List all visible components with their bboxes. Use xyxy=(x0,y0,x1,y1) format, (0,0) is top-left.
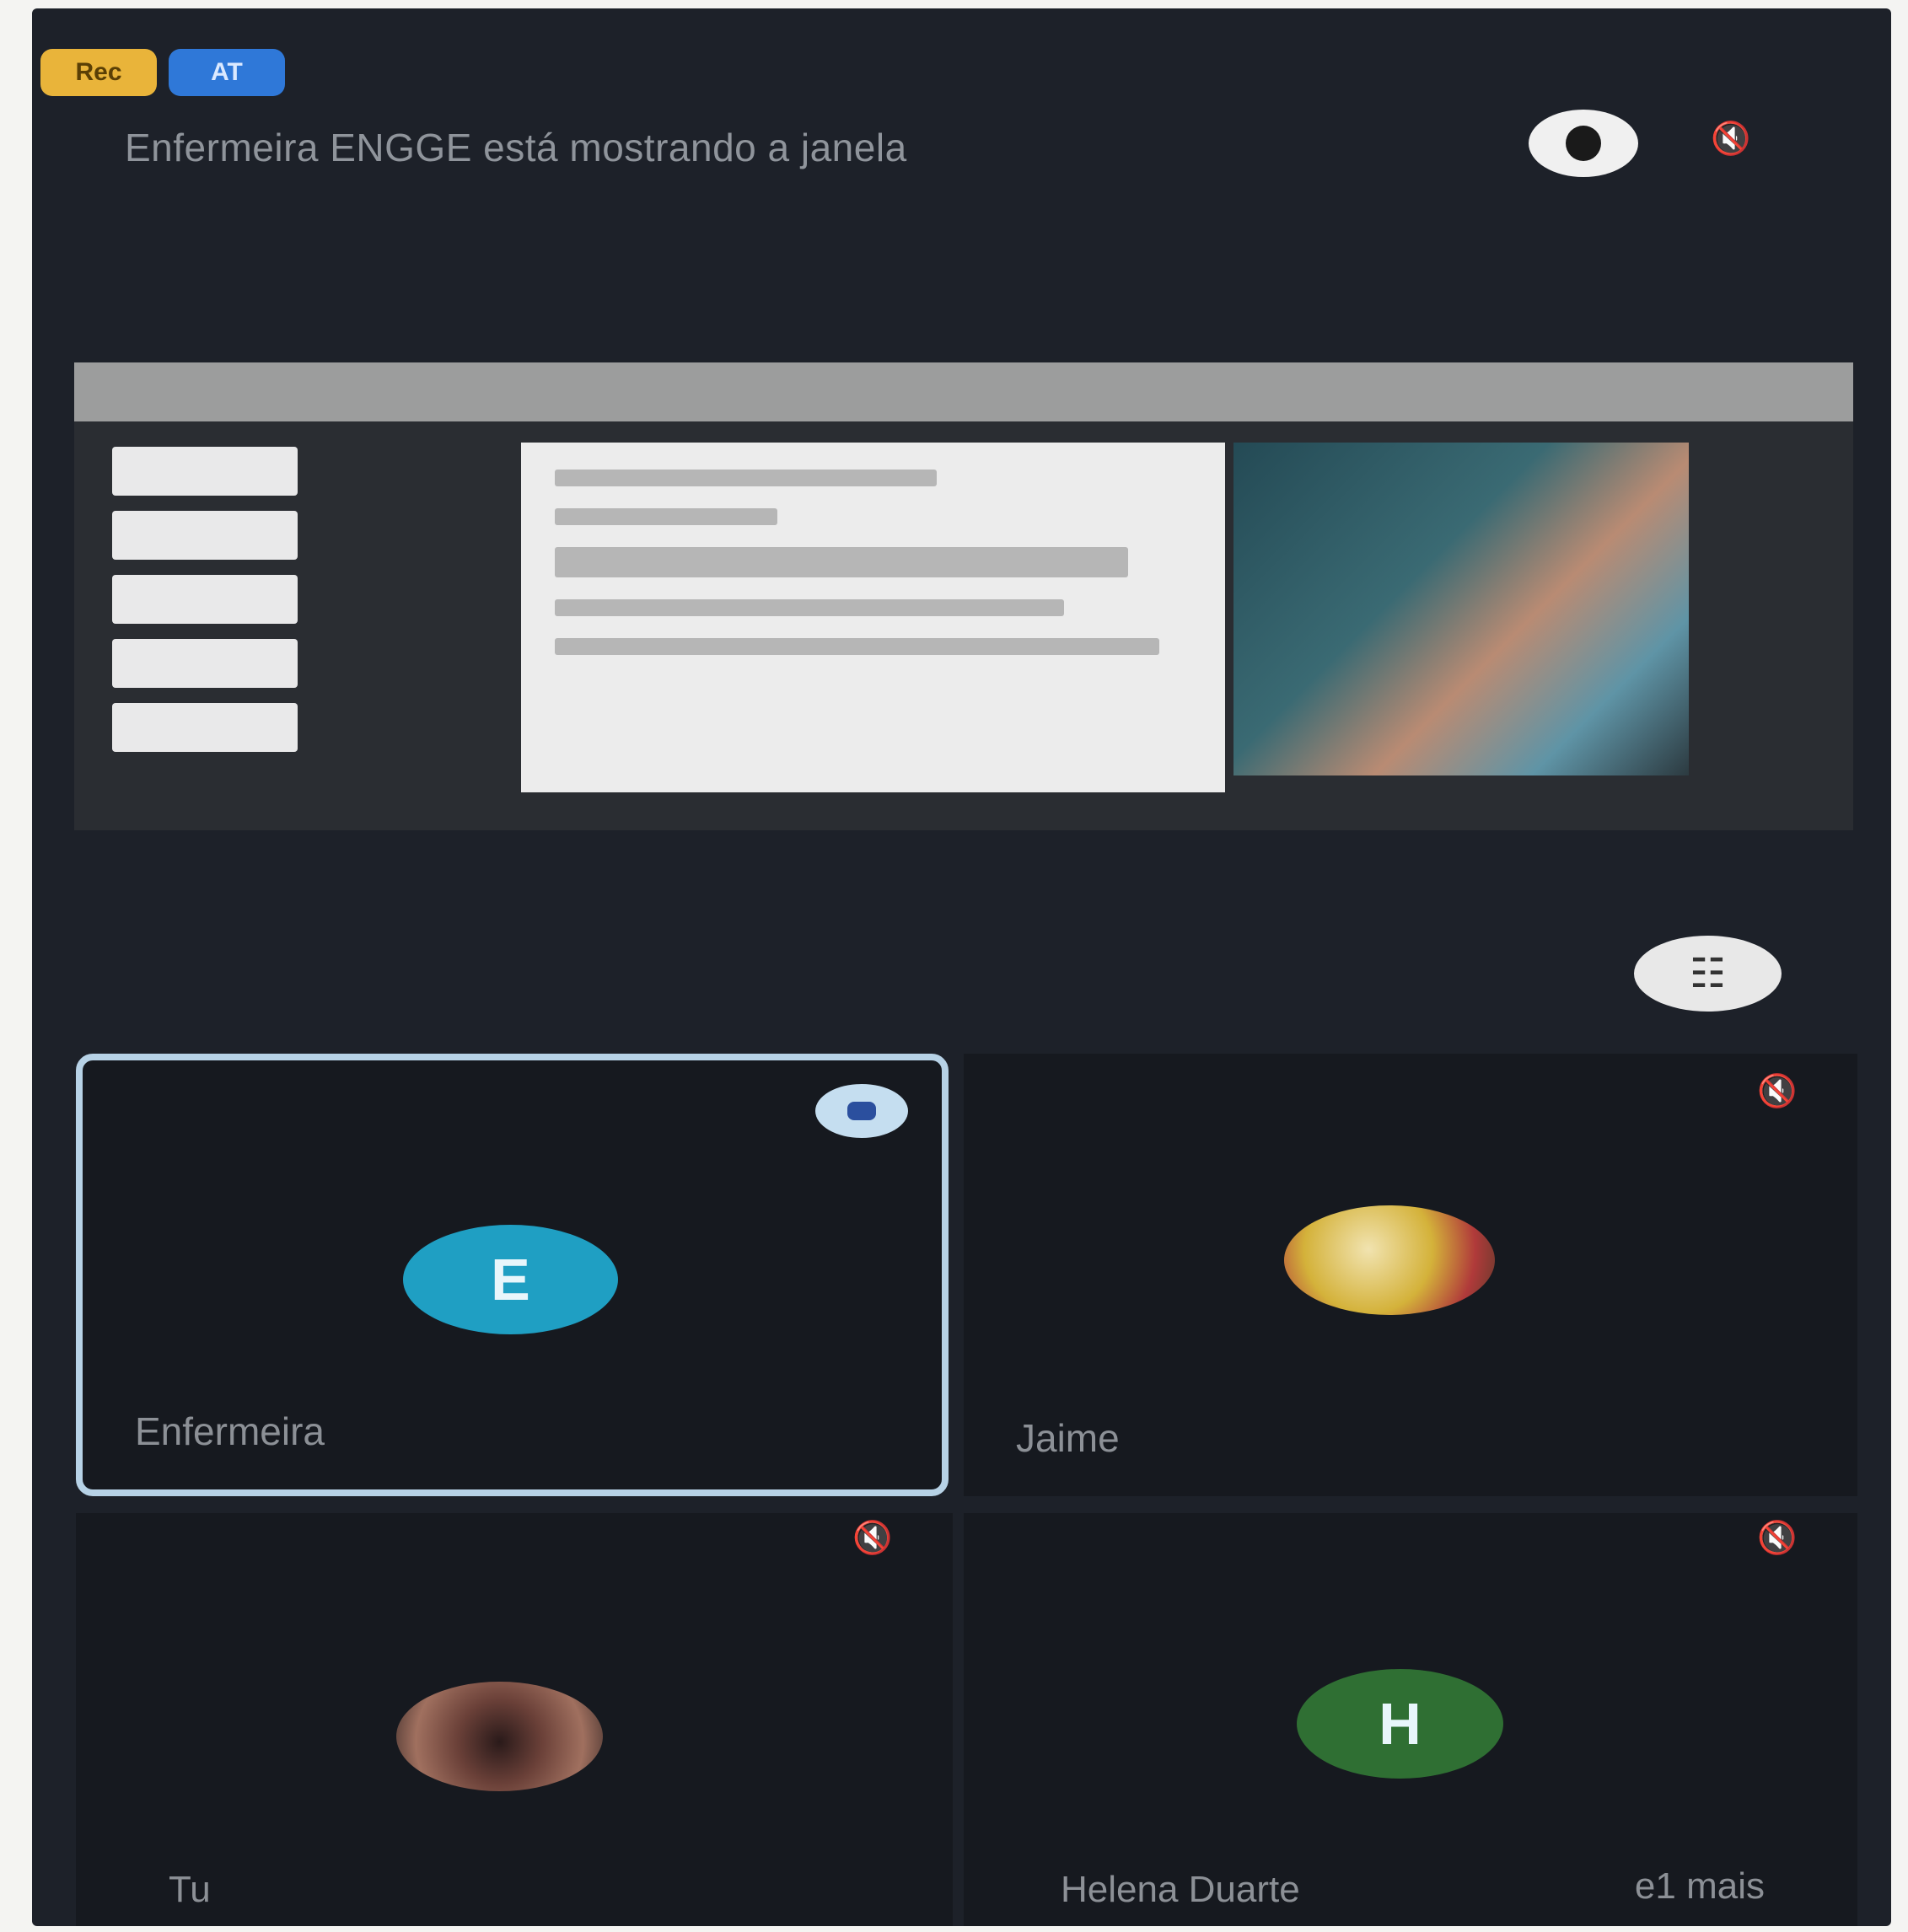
mic-muted-icon: 🔇 xyxy=(852,1521,893,1556)
participant-name: Tu xyxy=(169,1869,211,1910)
participant-tile[interactable]: 🔇 Tu xyxy=(76,1513,953,1926)
participant-name: Enfermeira xyxy=(135,1409,325,1453)
meeting-window: Rec AT Enfermeira ENGGE está mostrando a… xyxy=(32,8,1891,1926)
slide-text-line xyxy=(555,508,778,525)
eye-icon[interactable] xyxy=(1529,110,1638,177)
slide-thumbnail xyxy=(112,703,298,752)
avatar xyxy=(1284,1205,1495,1315)
presenting-status: Enfermeira ENGGE está mostrando a janela xyxy=(125,126,907,169)
mic-muted-icon: 🔇 xyxy=(1757,1521,1798,1556)
avatar xyxy=(396,1682,603,1791)
top-badges: Rec AT xyxy=(40,49,285,96)
slide-text-line xyxy=(555,547,1128,577)
slide-text-line xyxy=(555,638,1160,655)
mic-muted-icon[interactable]: 🔇 xyxy=(1710,118,1752,160)
slide-thumbnail xyxy=(112,511,298,560)
slide-thumbnail xyxy=(112,447,298,496)
participant-tile[interactable]: E Enfermeira xyxy=(76,1054,949,1496)
participant-name: Helena Duarte xyxy=(1061,1869,1300,1910)
recording-badge: Rec xyxy=(40,49,157,96)
screen-share-area[interactable] xyxy=(74,362,1853,830)
slide-thumbnail xyxy=(112,575,298,624)
slide-thumbnails xyxy=(112,447,298,801)
shared-slide xyxy=(521,443,1225,792)
more-participants-link[interactable]: e1 mais xyxy=(1635,1865,1765,1908)
shared-photo xyxy=(1233,443,1689,775)
participant-tile[interactable]: 🔇 H Helena Duarte e1 mais xyxy=(964,1513,1857,1926)
speaking-dots xyxy=(847,1102,876,1120)
slide-text-line xyxy=(555,599,1064,616)
grid-icon[interactable]: ☷ xyxy=(1634,936,1782,1012)
ai-badge[interactable]: AT xyxy=(169,49,285,96)
slide-thumbnail xyxy=(112,639,298,688)
eye-pupil xyxy=(1566,126,1601,161)
share-toolbar xyxy=(74,362,1853,421)
avatar: H xyxy=(1297,1669,1503,1779)
participant-name: Jaime xyxy=(1016,1416,1120,1460)
avatar: E xyxy=(403,1225,618,1334)
slide-text-line xyxy=(555,470,937,486)
mic-muted-icon: 🔇 xyxy=(1757,1074,1798,1109)
speaking-indicator-icon xyxy=(815,1084,908,1138)
participant-tile[interactable]: 🔇 Jaime xyxy=(964,1054,1857,1496)
